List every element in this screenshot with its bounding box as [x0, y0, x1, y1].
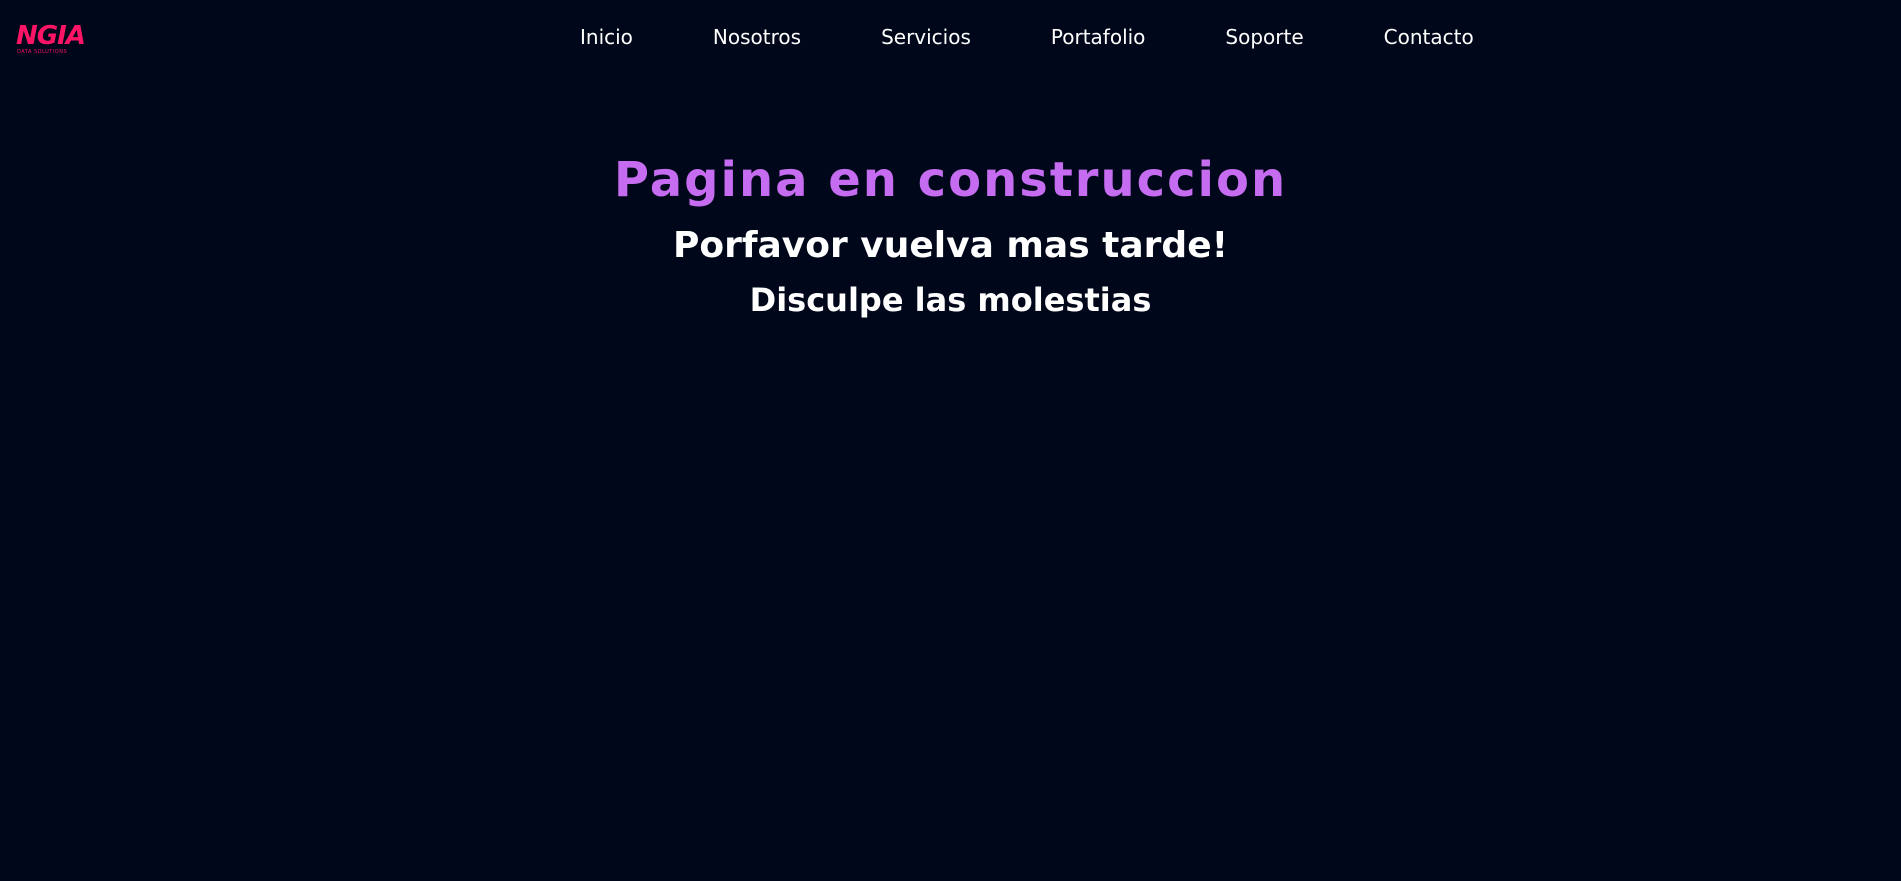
page-subtitle: Porfavor vuelva mas tarde!: [672, 225, 1229, 266]
page-title: Pagina en construccion: [613, 152, 1288, 208]
main-content: Pagina en construccion Porfavor vuelva m…: [0, 140, 1901, 328]
nav-link-inicio[interactable]: Inicio: [580, 25, 633, 49]
nav-link-portafolio[interactable]: Portafolio: [1051, 25, 1146, 49]
main-nav: Inicio Nosotros Servicios Portafolio Sop…: [580, 22, 1474, 52]
nav-link-servicios[interactable]: Servicios: [881, 25, 971, 49]
logo-tagline: DATA SOLUTIONS: [17, 49, 68, 55]
logo[interactable]: NGIA DATA SOLUTIONS: [16, 22, 86, 56]
nav-link-nosotros[interactable]: Nosotros: [713, 25, 801, 49]
nav-link-soporte[interactable]: Soporte: [1225, 25, 1303, 49]
apology-message: Disculpe las molestias: [749, 281, 1152, 319]
site-header: NGIA DATA SOLUTIONS Inicio Nosotros Serv…: [0, 0, 1901, 76]
nav-link-contacto[interactable]: Contacto: [1384, 25, 1474, 49]
logo-text: NGIA: [16, 21, 86, 51]
